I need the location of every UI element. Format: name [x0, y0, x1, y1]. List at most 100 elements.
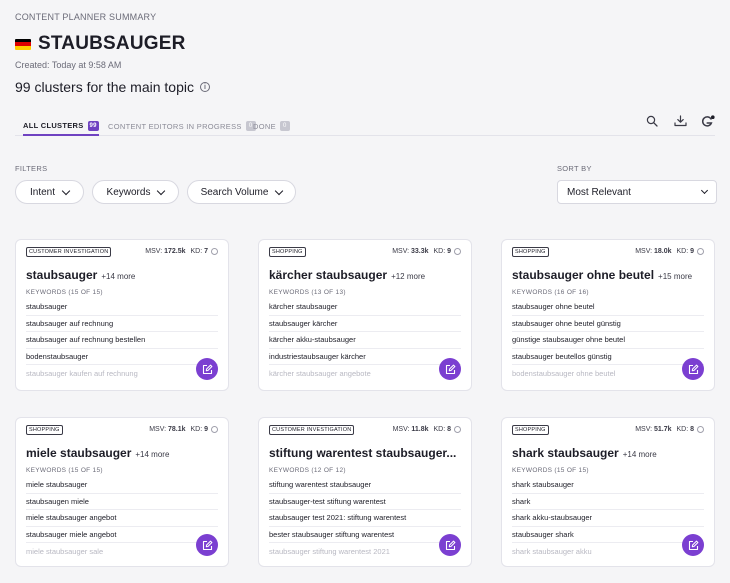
chevron-down-icon — [275, 186, 284, 195]
edit-button[interactable] — [439, 358, 461, 380]
tab-count-badge: 0 — [279, 121, 290, 131]
keyword-item: staubsauger test 2021: stiftung warentes… — [269, 510, 461, 527]
keywords-label: KEYWORDS (15 OF 15) — [26, 467, 103, 474]
cluster-title-row: miele staubsauger +14 more — [26, 446, 218, 460]
kd-value: 8 — [447, 426, 451, 433]
keyword-item: kärcher staubsauger angebote — [269, 368, 371, 378]
keyword-item: staubsauger kaufen auf rechnung — [26, 368, 138, 378]
edit-button[interactable] — [682, 358, 704, 380]
tab-count-badge: 99 — [87, 120, 99, 131]
google-icon[interactable] — [701, 114, 715, 128]
edit-icon — [688, 540, 698, 550]
keyword-list: staubsauger ohne beutel staubsauger ohne … — [512, 299, 704, 382]
keyword-item: staubsauger-test stiftung warentest — [269, 494, 461, 510]
info-icon[interactable]: i — [199, 82, 210, 92]
edit-button[interactable] — [196, 534, 218, 556]
keyword-item: shark akku-staubsauger — [512, 510, 704, 527]
keyword-item: staubsaugen miele — [26, 494, 218, 510]
msv-value: 172.5k — [164, 248, 186, 255]
cluster-title: kärcher staubsauger — [269, 268, 388, 282]
keywords-filter-button[interactable]: Keywords — [92, 180, 179, 204]
cluster-card[interactable]: CUSTOMER INVESTIGATION MSV: 11.8k KD: 8 … — [258, 417, 472, 567]
cluster-card[interactable]: SHOPPING MSV: 33.3k KD: 9 kärcher staubs… — [258, 239, 472, 391]
keyword-item: stiftung warentest staubsauger — [269, 477, 461, 494]
info-icon[interactable] — [697, 426, 704, 433]
keywords-label: KEYWORDS (15 OF 15) — [512, 467, 589, 474]
info-icon[interactable] — [211, 248, 218, 255]
germany-flag-icon — [15, 38, 31, 50]
cluster-card[interactable]: SHOPPING MSV: 18.0k KD: 9 staubsauger oh… — [501, 239, 715, 391]
card-metrics: MSV: 18.0k KD: 9 — [635, 248, 704, 255]
msv-value: 33.3k — [411, 248, 429, 255]
keywords-label: KEYWORDS (12 OF 12) — [269, 467, 346, 474]
filter-button-label: Keywords — [106, 186, 151, 198]
cluster-card[interactable]: CUSTOMER INVESTIGATION MSV: 172.5k KD: 7… — [15, 239, 229, 391]
kd-value: 7 — [204, 248, 208, 255]
tab-label: DONE — [253, 121, 276, 131]
card-metrics: MSV: 51.7k KD: 8 — [635, 426, 704, 433]
search-icon[interactable] — [645, 114, 659, 128]
keyword-item: staubsauger auf rechnung — [26, 316, 218, 332]
more-keywords-count: +12 more — [391, 272, 426, 281]
edit-icon — [202, 364, 212, 374]
keyword-item: shark — [512, 494, 704, 510]
kd-value: 9 — [204, 426, 208, 433]
keyword-item: staubsauger shark — [512, 527, 704, 543]
info-icon[interactable] — [454, 426, 461, 433]
info-icon[interactable] — [454, 248, 461, 255]
cluster-title-row: stiftung warentest staubsauger... — [269, 446, 461, 460]
keyword-item: staubsauger auf rechnung bestellen — [26, 332, 218, 349]
keyword-list: stiftung warentest staubsauger staubsauge… — [269, 477, 461, 560]
card-metrics: MSV: 11.8k KD: 8 — [393, 426, 461, 433]
cluster-card[interactable]: SHOPPING MSV: 78.1k KD: 9 miele staubsau… — [15, 417, 229, 567]
keyword-item: kärcher staubsauger — [269, 299, 461, 316]
intent-badge: SHOPPING — [512, 246, 549, 257]
edit-button[interactable] — [682, 534, 704, 556]
keyword-item: shark staubsauger akku — [512, 546, 592, 556]
keywords-label: KEYWORDS (16 OF 16) — [512, 289, 589, 296]
keyword-item: staubsauger ohne beutel günstig — [512, 316, 704, 332]
edit-button[interactable] — [196, 358, 218, 380]
keyword-item: staubsauger stiftung warentest 2021 — [269, 546, 390, 556]
info-icon[interactable] — [697, 248, 704, 255]
cluster-title-row: staubsauger +14 more — [26, 268, 218, 282]
chevron-down-icon — [61, 186, 71, 195]
keyword-item: miele staubsauger angebot — [26, 510, 218, 527]
keyword-item: bester staubsauger stiftung warentest — [269, 527, 461, 543]
chevron-down-icon — [157, 186, 166, 195]
tab-content-editors-in-progress[interactable]: CONTENT EDITORS IN PROGRESS 0 — [108, 117, 256, 135]
keyword-item: bodenstaubsauger — [26, 349, 218, 365]
tab-all-clusters[interactable]: ALL CLUSTERS 99 — [23, 117, 99, 136]
kd-value: 8 — [690, 426, 694, 433]
cluster-title: staubsauger — [26, 268, 98, 282]
intent-filter-button[interactable]: Intent — [15, 180, 84, 204]
tab-done[interactable]: DONE 0 — [253, 117, 290, 135]
created-timestamp: Created: Today at 9:58 AM — [15, 60, 122, 70]
page-title-row: STAUBSAUGER — [15, 33, 186, 55]
sort-by-label: SORT BY — [557, 164, 592, 173]
edit-button[interactable] — [439, 534, 461, 556]
sort-selected-value: Most Relevant — [567, 186, 631, 198]
toolbar-icons — [645, 114, 715, 128]
more-keywords-count: +14 more — [135, 450, 170, 459]
keyword-item: bodenstaubsauger ohne beutel — [512, 368, 616, 378]
keyword-item: miele staubsauger — [26, 477, 218, 494]
chevron-down-icon — [700, 186, 709, 195]
keyword-item: staubsauger miele angebot — [26, 527, 218, 543]
cluster-card[interactable]: SHOPPING MSV: 51.7k KD: 8 shark staubsau… — [501, 417, 715, 567]
more-keywords-count: +15 more — [658, 272, 693, 281]
cluster-title-row: shark staubsauger +14 more — [512, 446, 704, 460]
card-metrics: MSV: 33.3k KD: 9 — [392, 248, 461, 255]
download-icon[interactable] — [673, 114, 687, 128]
edit-icon — [202, 540, 212, 550]
search-volume-filter-button[interactable]: Search Volume — [187, 180, 296, 204]
sort-select[interactable]: Most Relevant — [557, 180, 717, 204]
keyword-item: staubsauger kärcher — [269, 316, 461, 332]
tab-label: CONTENT EDITORS IN PROGRESS — [108, 121, 242, 131]
keyword-list: kärcher staubsauger staubsauger kärcher kä… — [269, 299, 461, 382]
msv-value: 18.0k — [654, 248, 672, 255]
msv-value: 11.8k — [411, 426, 429, 433]
intent-badge: SHOPPING — [512, 424, 549, 435]
filters-label: FILTERS — [15, 164, 48, 173]
info-icon[interactable] — [211, 426, 218, 433]
